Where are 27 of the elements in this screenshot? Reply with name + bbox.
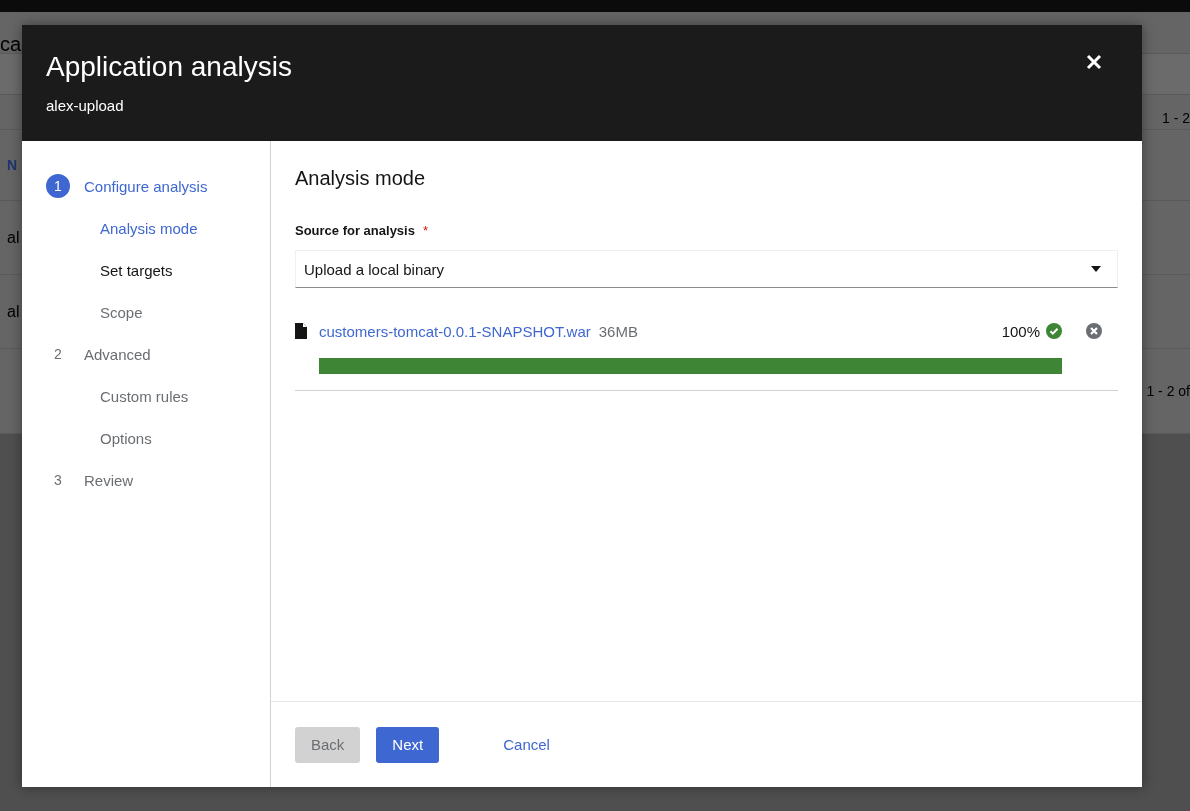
required-mark: * [422, 223, 428, 238]
check-circle-icon [1046, 323, 1062, 339]
remove-icon[interactable] [1086, 323, 1102, 339]
table-cell: al [7, 228, 20, 247]
close-icon[interactable] [1086, 54, 1102, 70]
source-select[interactable]: Upload a local binary [295, 250, 1118, 288]
wizard-substep[interactable]: Analysis mode [100, 219, 198, 237]
modal-title: Application analysis [46, 51, 292, 83]
file-size: 36MB [598, 322, 638, 340]
section-heading: Analysis mode [295, 167, 426, 190]
step-number: 3 [53, 471, 63, 490]
file-icon [295, 323, 307, 339]
field-label: Source for analysis [295, 223, 415, 238]
pagination-text: 1 - 2 of [1146, 383, 1190, 399]
primary-button[interactable]: Next [376, 726, 440, 763]
modal-subtitle: alex-upload [46, 97, 124, 114]
wizard-substep[interactable]: Set targets [100, 261, 173, 279]
step-number: 1 [46, 174, 70, 198]
caret-icon [1091, 266, 1101, 272]
file-name-link[interactable]: customers-tomcat-0.0.1-SNAPSHOT.war [319, 322, 591, 340]
progress-percent: 100% [1001, 322, 1040, 340]
pagination-text: 1 - 2 [1162, 110, 1190, 126]
cancel-link[interactable]: Cancel [487, 726, 566, 763]
page-title: ca [0, 33, 22, 55]
table-cell: al [7, 302, 20, 321]
wizard-step[interactable]: Configure analysis [84, 177, 208, 195]
step-number: 2 [53, 345, 63, 364]
